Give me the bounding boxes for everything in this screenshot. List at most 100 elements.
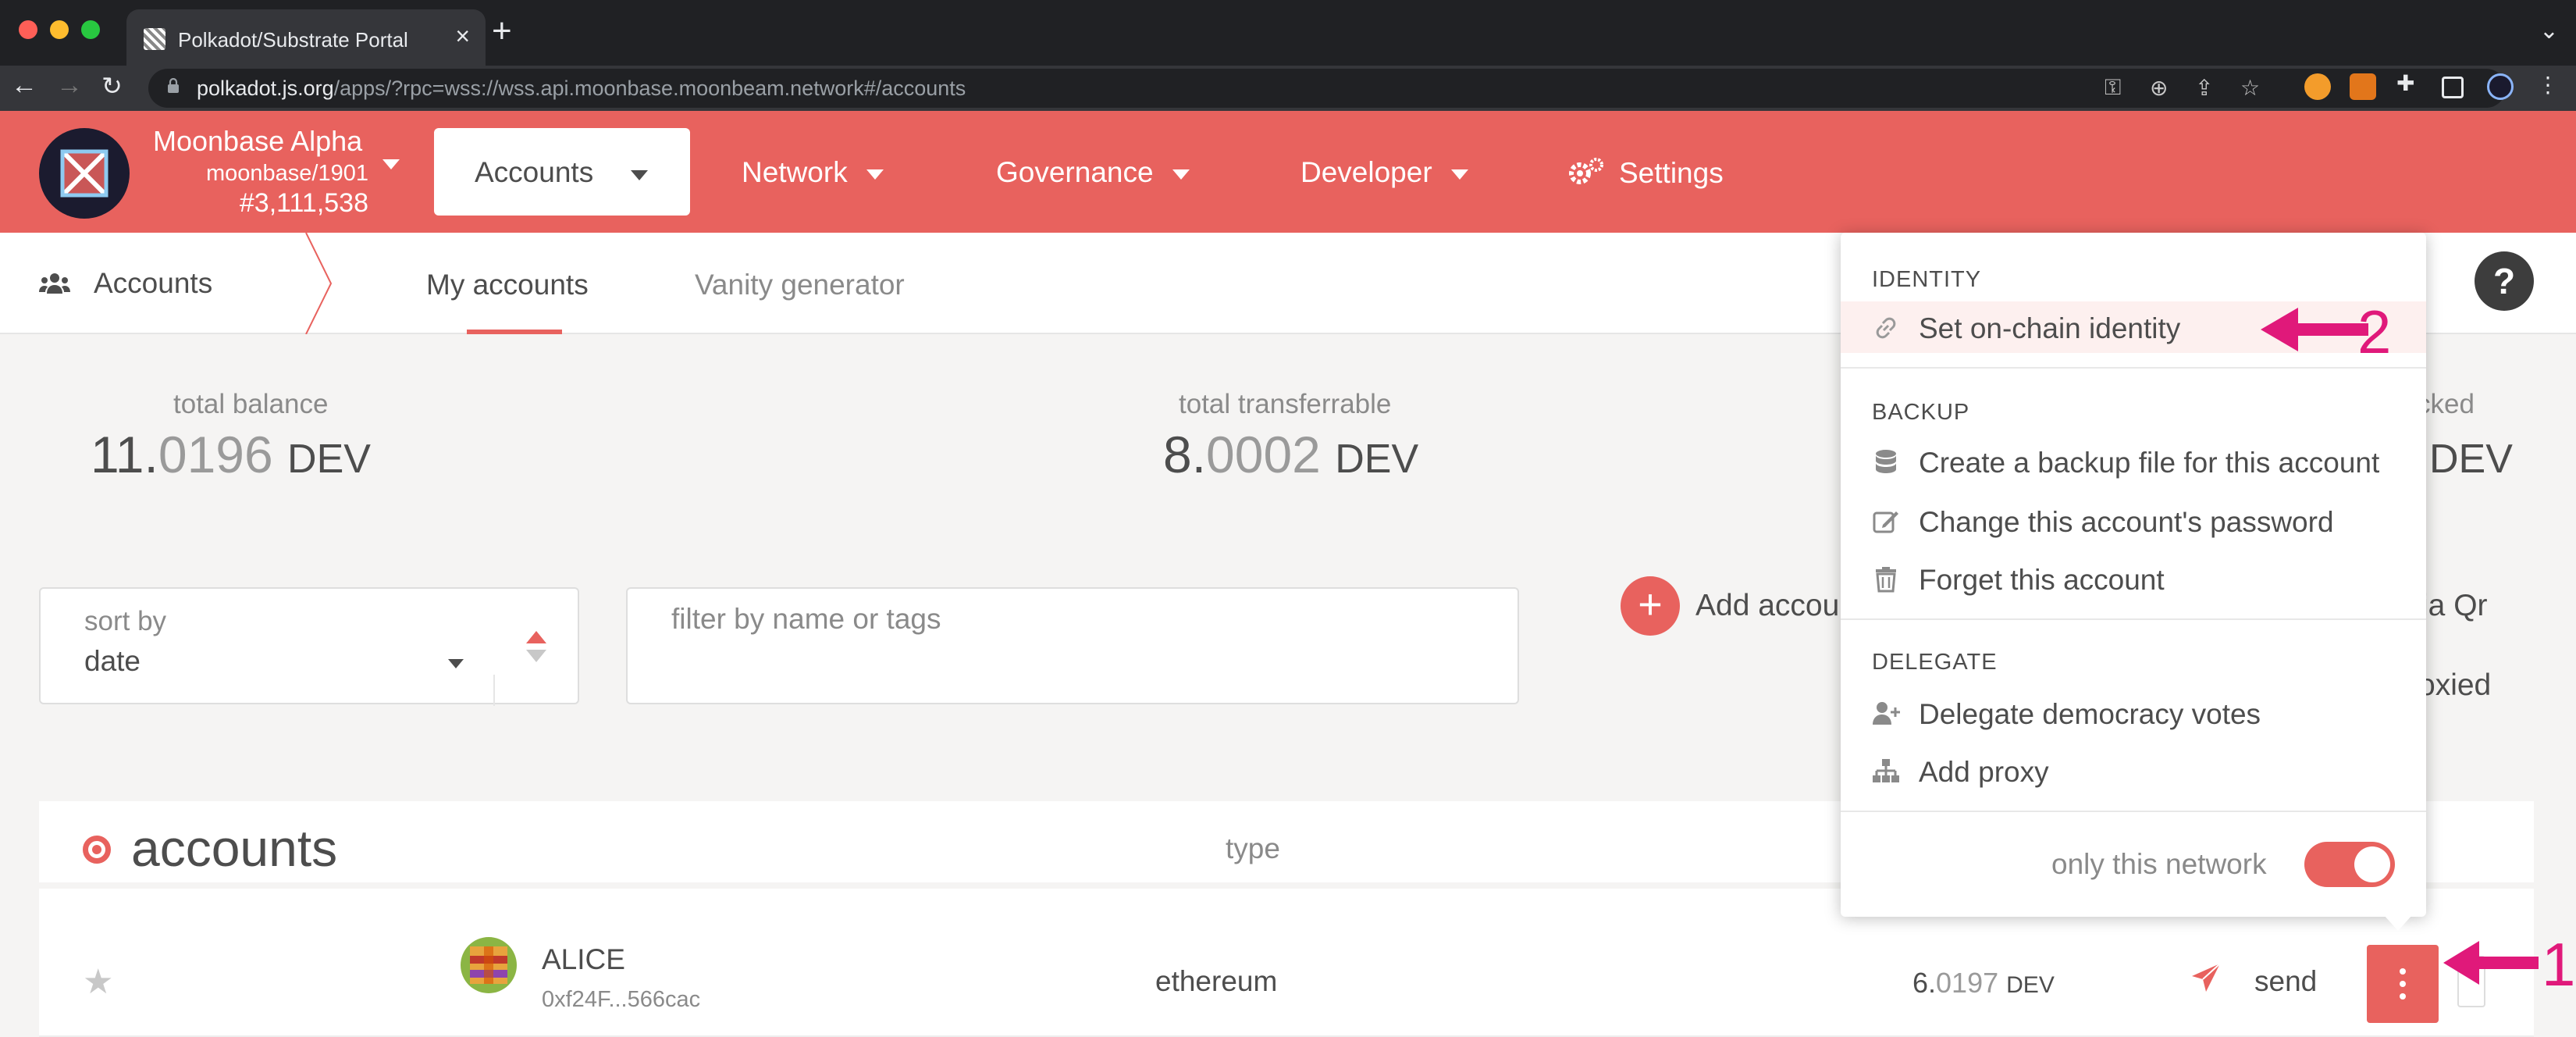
avatar[interactable]: [461, 937, 517, 993]
minimize-window-button[interactable]: [50, 20, 69, 39]
user-plus-icon: [1873, 702, 1900, 725]
caret-down-icon: [1450, 169, 1468, 180]
change-password-item[interactable]: Change this account's password: [1841, 495, 2426, 547]
filter-field[interactable]: [626, 587, 1519, 704]
menu-network[interactable]: Network: [742, 156, 884, 189]
section-title: Accounts: [39, 267, 212, 300]
caret-down-icon: [866, 169, 884, 180]
active-tab-underline: [467, 330, 562, 334]
zoom-icon[interactable]: ⊕: [2150, 75, 2168, 101]
chain-selector[interactable]: Moonbase Alpha moonbase/1901 #3,111,538: [153, 125, 368, 219]
close-tab-icon[interactable]: ×: [455, 23, 470, 48]
share-icon[interactable]: ⇪: [2195, 75, 2213, 101]
forget-account-item[interactable]: Forget this account: [1841, 553, 2426, 604]
send-button[interactable]: send: [2254, 965, 2317, 998]
menu-governance[interactable]: Governance: [996, 156, 1190, 189]
database-icon: [1876, 450, 1896, 473]
annotation-arrow-1-icon: [2443, 941, 2539, 985]
total-balance-label: total balance: [173, 389, 329, 419]
close-window-button[interactable]: [19, 20, 37, 39]
maximize-window-button[interactable]: [81, 20, 100, 39]
menu-developer[interactable]: Developer: [1300, 156, 1468, 189]
moonbase-logo[interactable]: [39, 128, 130, 219]
account-actions-menu-button[interactable]: [2367, 945, 2439, 1023]
browser-tabstrip: Polkadot/Substrate Portal × + ⌄: [0, 0, 2576, 66]
profile-avatar[interactable]: [2487, 73, 2514, 100]
help-button[interactable]: ?: [2475, 251, 2534, 311]
identity-section-header: IDENTITY: [1872, 267, 1982, 292]
key-icon[interactable]: ⚿: [2105, 75, 2121, 101]
account-address[interactable]: 0xf24F...566cac: [542, 987, 700, 1013]
create-backup-item[interactable]: Create a backup file for this account: [1841, 436, 2426, 487]
account-type: ethereum: [1155, 965, 1278, 997]
divider: [1841, 618, 2426, 620]
add-proxy-label: Add proxy: [1919, 756, 2049, 788]
extensions-puzzle-icon[interactable]: ✚: [2396, 70, 2414, 96]
identicon-icon: [461, 937, 517, 993]
app-header: Moonbase Alpha moonbase/1901 #3,111,538 …: [0, 111, 2576, 233]
type-column-header: type: [1226, 832, 1280, 864]
browser-tab[interactable]: Polkadot/Substrate Portal ×: [126, 9, 486, 66]
set-identity-label: Set on-chain identity: [1919, 312, 2181, 344]
trash-icon: [1876, 567, 1896, 593]
chain-dropdown-caret-icon[interactable]: [382, 159, 400, 169]
link-icon: [1876, 317, 1896, 339]
chain-logo-icon: [60, 149, 109, 198]
tab-search-chevron-icon[interactable]: ⌄: [2539, 17, 2559, 45]
url-text: polkadot.js.org/apps/?rpc=wss://wss.api.…: [197, 77, 966, 100]
edit-icon: [1873, 511, 1898, 533]
tab-my-accounts[interactable]: My accounts: [426, 269, 589, 301]
menu-accounts[interactable]: Accounts: [434, 128, 690, 216]
new-tab-icon[interactable]: +: [492, 14, 512, 48]
add-proxied-label[interactable]: oxied: [2418, 668, 2491, 703]
sitemap-icon: [1873, 759, 1899, 782]
delegate-section-header: DELEGATE: [1872, 650, 1998, 675]
tab-title: Polkadot/Substrate Portal: [178, 28, 408, 52]
account-name[interactable]: ALICE: [542, 943, 625, 976]
sort-label: sort by: [84, 606, 167, 636]
reload-icon[interactable]: ↻: [101, 73, 123, 98]
caret-down-icon: [448, 659, 464, 668]
tab-vanity-generator[interactable]: Vanity generator: [695, 269, 905, 301]
send-paper-plane-icon[interactable]: [2190, 962, 2222, 993]
more-menu-icon[interactable]: ⋮: [2537, 72, 2559, 98]
change-password-label: Change this account's password: [1919, 506, 2334, 538]
forward-arrow-icon[interactable]: →: [56, 72, 83, 98]
address-bar[interactable]: polkadot.js.org/apps/?rpc=wss://wss.api.…: [148, 69, 2506, 108]
add-proxy-item[interactable]: Add proxy: [1841, 745, 2426, 796]
chain-spec: moonbase/1901: [206, 161, 368, 186]
polkadot-favicon-icon: [144, 28, 165, 50]
sort-value: date: [84, 645, 141, 677]
add-account-button[interactable]: +: [1621, 576, 1680, 636]
filter-input[interactable]: [671, 603, 1452, 636]
users-icon: [39, 273, 70, 294]
account-balance: 6.0197 DEV: [1912, 967, 2055, 999]
delegate-votes-item[interactable]: Delegate democracy votes: [1841, 687, 2426, 739]
browser-toolbar: ← → ↻ polkadot.js.org/apps/?rpc=wss://ws…: [0, 66, 2576, 111]
back-arrow-icon[interactable]: ←: [11, 72, 37, 98]
annotation-step-2: 2: [2357, 298, 2392, 366]
menu-settings[interactable]: Settings: [1567, 156, 1724, 190]
section-title-label: Accounts: [94, 267, 213, 299]
gears-icon: [1569, 158, 1603, 184]
caret-down-icon: [631, 170, 648, 180]
bookmark-star-icon[interactable]: ☆: [2240, 75, 2260, 101]
divider: [493, 675, 495, 706]
total-locked-value: DEV: [2429, 437, 2513, 482]
total-transferrable-value: 8.0002 DEV: [1163, 426, 1419, 483]
add-via-qr-label[interactable]: ia Qr: [2421, 589, 2488, 623]
sort-dropdown[interactable]: sort by date: [39, 587, 579, 706]
table-title: accounts: [131, 819, 338, 877]
favorite-star-icon[interactable]: ★: [83, 962, 113, 1002]
polkadot-extension-icon[interactable]: [2304, 73, 2331, 100]
annotation-step-1: 1: [2542, 930, 2576, 999]
add-account-label[interactable]: Add accou: [1695, 589, 1839, 623]
sidebar-icon[interactable]: [2442, 77, 2464, 98]
total-balance-value: 11.0196 DEV: [91, 426, 371, 483]
only-this-network-toggle[interactable]: [2304, 842, 2395, 887]
chain-name: Moonbase Alpha: [153, 125, 363, 157]
metamask-extension-icon[interactable]: [2350, 73, 2376, 100]
sort-direction-icon[interactable]: [525, 629, 548, 664]
total-transferrable-label: total transferrable: [1179, 389, 1392, 419]
caret-down-icon: [1172, 169, 1190, 180]
